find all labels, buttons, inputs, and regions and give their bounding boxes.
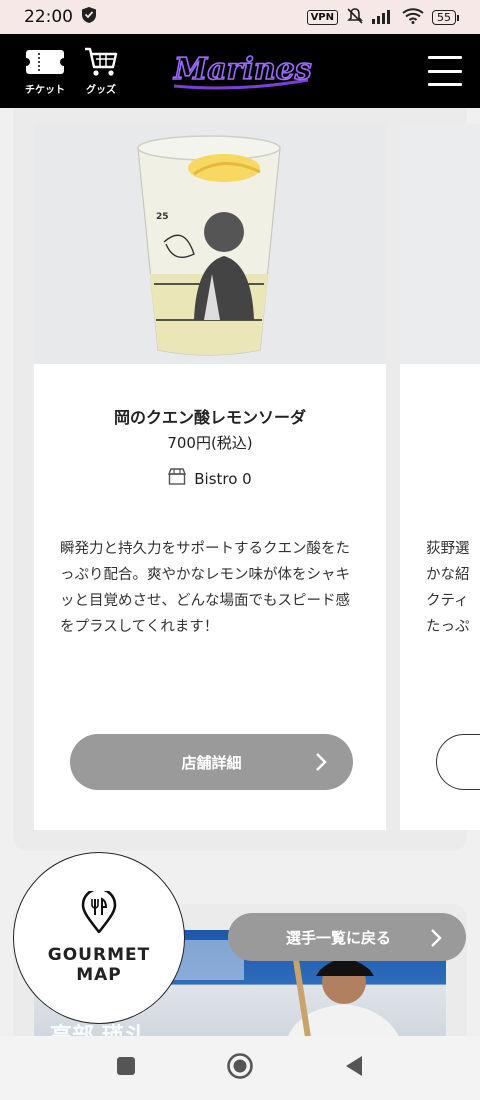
system-nav-bar xyxy=(0,1036,480,1100)
ticket-label: チケット xyxy=(25,84,65,96)
next-desc-line: たっぷ xyxy=(426,619,470,635)
shield-icon xyxy=(81,6,97,29)
app-header: チケット グッズ Marines xyxy=(0,34,480,108)
hamburger-menu-button[interactable] xyxy=(428,56,462,86)
status-bar: 22:00 VPN 55 xyxy=(0,0,480,34)
signal-icon xyxy=(372,8,394,27)
back-nav-button[interactable] xyxy=(344,1055,364,1081)
gourmet-map-button[interactable]: GOURMET MAP xyxy=(13,852,185,1024)
menu-card: 25 岡のクエン酸レモンソーダ 700円(税込) Bistro 0 瞬発力と持久… xyxy=(34,124,386,830)
chevron-right-icon xyxy=(430,928,442,952)
product-image: 25 xyxy=(34,124,386,364)
chevron-right-icon xyxy=(315,752,327,776)
next-desc-line: 荻野選 xyxy=(426,541,470,557)
product-price: 700円(税込) xyxy=(167,434,253,452)
product-name: 岡のクエン酸レモンソーダ xyxy=(113,408,306,427)
gourmet-map-label: GOURMET MAP xyxy=(48,945,150,985)
gourmet-line2: MAP xyxy=(76,965,122,985)
home-button[interactable] xyxy=(226,1052,254,1084)
next-store-detail-button[interactable] xyxy=(436,734,480,790)
vpn-icon: VPN xyxy=(306,9,338,25)
store-detail-label: 店舗詳細 xyxy=(181,753,242,772)
menu-line xyxy=(428,83,462,86)
back-to-players-label: 選手一覧に戻る xyxy=(286,928,392,947)
shop-info: Bistro 0 xyxy=(34,468,386,489)
mute-icon xyxy=(346,7,364,28)
ticket-button[interactable]: チケット xyxy=(18,34,72,108)
next-desc-line: かな紹 xyxy=(426,567,470,583)
goods-button[interactable]: グッズ xyxy=(74,34,128,108)
store-icon xyxy=(168,468,187,489)
cart-icon xyxy=(84,47,118,77)
status-time: 22:00 xyxy=(24,7,73,27)
menu-line xyxy=(428,56,462,59)
next-desc-line: クティ xyxy=(426,593,469,609)
logo-text: Marines xyxy=(173,52,312,87)
next-product-description: 荻野選 かな紹 クティ たっぷ xyxy=(426,536,480,640)
map-pin-icon xyxy=(81,887,117,937)
store-detail-button[interactable]: 店舗詳細 xyxy=(70,734,353,790)
goods-label: グッズ xyxy=(86,84,116,96)
next-menu-card[interactable]: 荻野選 かな紹 クティ たっぷ xyxy=(400,124,480,830)
recents-button[interactable] xyxy=(116,1056,136,1080)
product-description: 瞬発力と持久力をサポートするクエン酸をたっぷり配合。爽やかなレモン味が体をシャキ… xyxy=(60,541,350,635)
wifi-icon xyxy=(402,7,424,27)
cup-number: 25 xyxy=(156,212,169,222)
next-product-image xyxy=(400,124,480,364)
shop-name: Bistro 0 xyxy=(194,469,252,488)
ticket-icon xyxy=(26,47,64,77)
menu-line xyxy=(428,69,462,73)
back-to-players-button[interactable]: 選手一覧に戻る xyxy=(228,913,466,961)
gourmet-line1: GOURMET xyxy=(47,945,151,965)
marines-logo[interactable]: Marines xyxy=(170,46,313,94)
battery-icon: 55 xyxy=(432,9,459,25)
